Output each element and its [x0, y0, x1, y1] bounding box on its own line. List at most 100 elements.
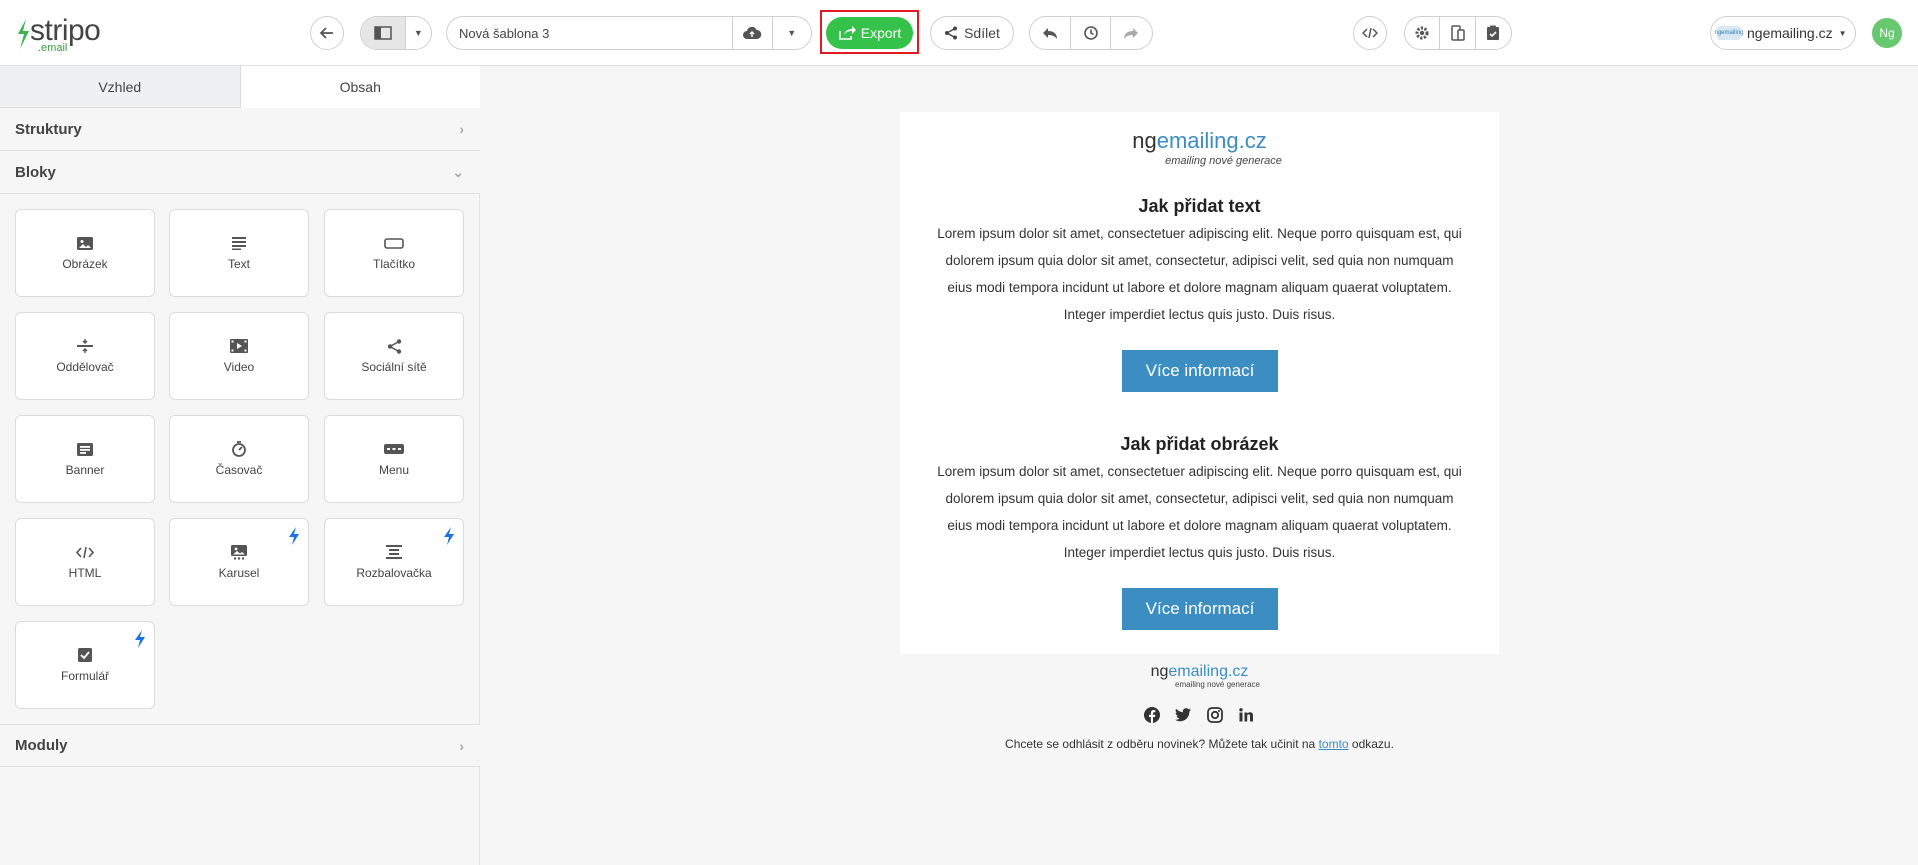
linkedin-icon[interactable] — [1235, 704, 1257, 726]
brand-prefix: ng — [1132, 128, 1157, 153]
version-history-button[interactable] — [1071, 17, 1111, 49]
block-carousel[interactable]: Karusel — [169, 518, 309, 606]
block-image[interactable]: Obrázek — [15, 209, 155, 297]
email-canvas: ngemailing.cz emailing nové generace Jak… — [481, 66, 1918, 865]
text-icon — [229, 235, 249, 251]
block-banner[interactable]: Banner — [15, 415, 155, 503]
chevron-down-icon: ⌄ — [452, 163, 464, 180]
block-text[interactable]: Text — [169, 209, 309, 297]
block-label: Menu — [378, 463, 410, 477]
top-toolbar: stripo .email ▼ Nová šablona 3 ▼ Export … — [0, 0, 1918, 66]
carousel-icon — [229, 544, 249, 560]
export-icon — [838, 26, 856, 40]
layout-switcher: ▼ — [360, 16, 432, 50]
test-email-button[interactable] — [1476, 17, 1511, 49]
share-icon — [945, 26, 958, 40]
settings-button[interactable] — [1405, 17, 1441, 49]
save-dropdown-button[interactable]: ▼ — [771, 17, 812, 49]
email-header-logo[interactable]: ngemailing.cz emailing nové generace — [900, 128, 1499, 168]
tab-appearance[interactable]: Vzhled — [0, 66, 241, 108]
unsubscribe-suffix: odkazu. — [1348, 737, 1394, 751]
brand-tagline: emailing nové generace — [1175, 680, 1260, 689]
logo-subtext: .email — [38, 42, 68, 54]
instagram-icon[interactable] — [1204, 704, 1226, 726]
section-blocks[interactable]: Bloky ⌄ — [0, 151, 480, 194]
block-button[interactable]: Tlačítko — [324, 209, 464, 297]
block-label: Banner — [65, 463, 105, 477]
preview-devices-button[interactable] — [1440, 17, 1476, 49]
block-form[interactable]: Formulář — [15, 621, 155, 709]
arrow-left-icon — [320, 27, 333, 39]
block-divider[interactable]: Oddělovač — [15, 312, 155, 400]
block-label: HTML — [68, 566, 102, 580]
back-button[interactable] — [310, 16, 344, 50]
section-title: Moduly — [15, 737, 68, 754]
block-label: Obrázek — [62, 257, 108, 271]
more-info-button[interactable]: Více informací — [1122, 350, 1278, 392]
block-social[interactable]: Sociální sítě — [324, 312, 464, 400]
export-highlight: Export — [820, 10, 919, 54]
section-heading[interactable]: Jak přidat text — [900, 196, 1499, 217]
brand-main: emailing.cz — [1168, 663, 1249, 680]
amp-bolt-icon — [135, 630, 145, 648]
save-cloud-button[interactable] — [733, 17, 772, 49]
chevron-right-icon: › — [459, 737, 464, 754]
tools-group — [1404, 16, 1512, 50]
email-body[interactable]: ngemailing.cz emailing nové generace Jak… — [900, 112, 1499, 654]
block-label: Sociální sítě — [361, 360, 427, 374]
share-icon — [384, 338, 404, 354]
account-switcher[interactable]: ngemailing ngemailing.cz ▼ — [1710, 16, 1856, 50]
timer-icon — [229, 441, 249, 457]
divider-icon — [75, 338, 95, 354]
undo-icon — [1043, 28, 1058, 39]
template-name-field[interactable]: Nová šablona 3 — [446, 16, 732, 50]
layout-toggle-button[interactable] — [361, 17, 406, 49]
redo-button[interactable] — [1111, 17, 1152, 49]
block-label: Text — [227, 257, 250, 271]
facebook-icon[interactable] — [1141, 704, 1163, 726]
section-body-text[interactable]: Lorem ipsum dolor sit amet, consectetuer… — [936, 458, 1463, 566]
caret-down-icon: ▼ — [413, 28, 423, 38]
banner-icon — [75, 441, 95, 457]
twitter-icon[interactable] — [1172, 704, 1194, 726]
block-label: Tlačítko — [372, 257, 415, 271]
footer-logo[interactable]: ngemailing.cz emailing nové generace — [900, 663, 1499, 690]
accordion-icon — [384, 544, 404, 560]
block-label: Video — [223, 360, 255, 374]
caret-down-icon: ▼ — [1838, 28, 1847, 38]
section-structures[interactable]: Struktury › — [0, 108, 480, 151]
section-body-text[interactable]: Lorem ipsum dolor sit amet, consectetuer… — [936, 220, 1463, 328]
social-links — [1141, 704, 1257, 726]
undo-button[interactable] — [1030, 17, 1072, 49]
brand-tagline: emailing nové generace — [1165, 155, 1282, 167]
share-label: Sdílet — [964, 25, 1000, 41]
section-modules[interactable]: Moduly › — [0, 724, 480, 767]
caret-down-icon: ▼ — [787, 28, 797, 38]
block-timer[interactable]: Časovač — [169, 415, 309, 503]
block-label: Rozbalovačka — [356, 566, 432, 580]
gear-icon — [1415, 26, 1429, 40]
more-info-button[interactable]: Více informací — [1122, 588, 1278, 630]
devices-icon — [1450, 25, 1465, 41]
block-html[interactable]: HTML — [15, 518, 155, 606]
block-video[interactable]: Video — [169, 312, 309, 400]
image-icon — [75, 235, 95, 251]
code-icon — [75, 544, 95, 560]
block-menu[interactable]: Menu — [324, 415, 464, 503]
block-accordion[interactable]: Rozbalovačka — [324, 518, 464, 606]
button-icon — [384, 235, 404, 251]
layout-dropdown-button[interactable]: ▼ — [406, 17, 431, 49]
stripo-logo[interactable]: stripo .email — [14, 14, 124, 54]
share-button[interactable]: Sdílet — [930, 16, 1014, 50]
section-title: Struktury — [15, 120, 82, 138]
layout-panel-icon — [374, 26, 392, 40]
amp-bolt-icon — [289, 527, 299, 545]
code-editor-button[interactable] — [1353, 16, 1387, 50]
tab-content[interactable]: Obsah — [240, 66, 480, 108]
export-button[interactable]: Export — [826, 17, 913, 49]
history-group — [1029, 16, 1153, 50]
unsubscribe-link[interactable]: tomto — [1319, 737, 1349, 751]
user-avatar[interactable]: Ng — [1872, 18, 1902, 48]
section-heading[interactable]: Jak přidat obrázek — [900, 434, 1499, 455]
block-label: Oddělovač — [56, 360, 114, 374]
